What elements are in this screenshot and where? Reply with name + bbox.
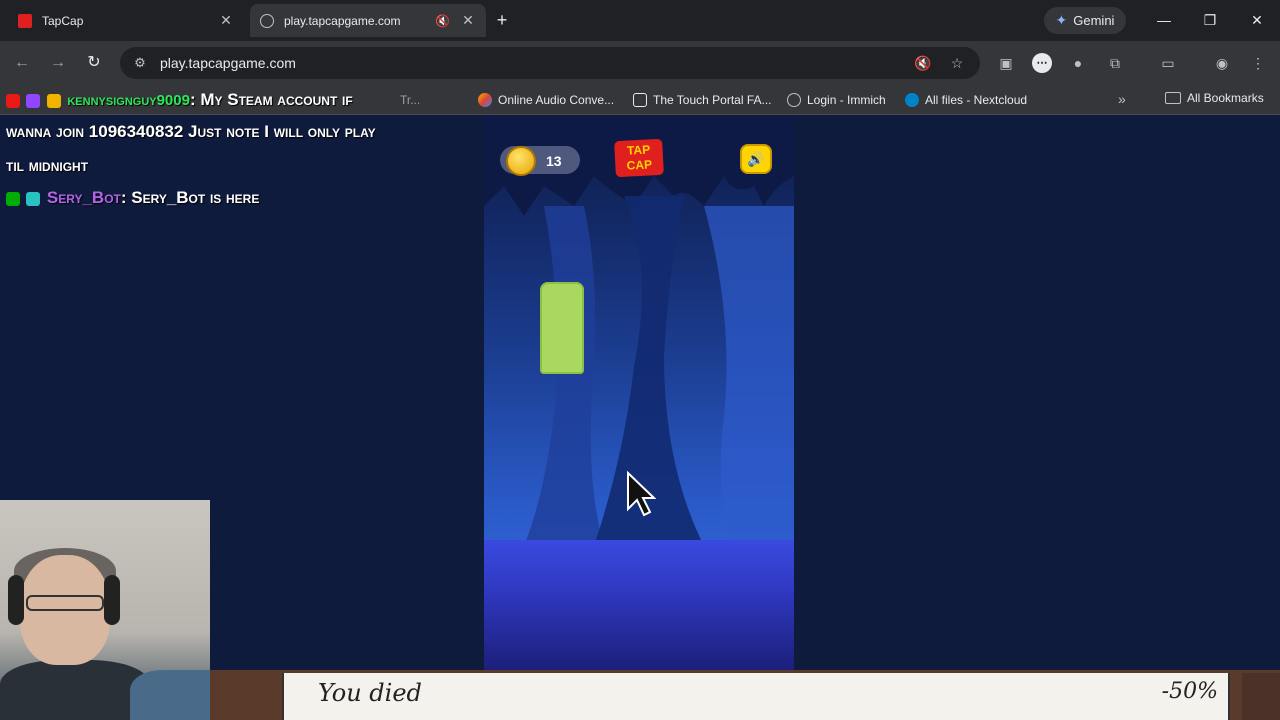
chat-text: : Sery_Bot is here: [120, 188, 260, 207]
bookmark-star-icon[interactable]: ☆: [946, 55, 968, 72]
mouse-cursor-icon: [627, 471, 656, 517]
ground-platform: [484, 540, 794, 670]
death-bar-edge: [1242, 673, 1280, 720]
gemini-label: Gemini: [1073, 13, 1115, 28]
extension-cast-icon[interactable]: ▣: [996, 53, 1016, 73]
webcam-blanket: [130, 670, 210, 720]
bookmark-item-1[interactable]: Tr...: [400, 91, 420, 109]
bookmark-label: Login - Immich: [807, 93, 886, 107]
death-status-paper: You died -50%: [282, 673, 1230, 720]
webcam-shirt: [0, 660, 150, 720]
sound-toggle-button[interactable]: 🔊: [740, 144, 772, 174]
close-tab-icon[interactable]: ✕: [460, 12, 476, 29]
tab-title: TapCap: [42, 13, 84, 28]
browser-toolbar: ← → ↻ ⚙ play.tapcapgame.com 🔇 ☆ ▣ ⋯ ● ⧉ …: [0, 41, 1280, 85]
chat-username: kennysignguy9009: [67, 92, 190, 109]
bookmark-item-2[interactable]: Online Audio Conve...: [478, 91, 614, 109]
bookmark-label: Online Audio Conve...: [498, 93, 615, 107]
all-bookmarks-label: All Bookmarks: [1187, 91, 1264, 105]
crown-badge-icon: [46, 93, 61, 108]
game-canvas[interactable]: 13 TAP CAP 🔊: [484, 116, 794, 670]
chat-message-2: Sery_Bot: Sery_Bot is here: [6, 188, 259, 208]
webcam-overlay: [0, 500, 210, 720]
death-percent: -50%: [1161, 679, 1218, 704]
more-bookmarks-chevron-icon[interactable]: »: [1118, 91, 1126, 107]
touch-portal-icon: [633, 93, 647, 107]
webcam-headset-left: [8, 575, 24, 625]
muted-site-icon[interactable]: 🔇: [912, 55, 934, 72]
page-background-right: [794, 116, 1280, 720]
browser-menu-icon[interactable]: ⋮: [1248, 53, 1268, 73]
reload-button[interactable]: ↻: [83, 52, 105, 74]
broadcaster-badge-icon: [6, 93, 20, 108]
nextcloud-icon: [905, 93, 919, 107]
all-bookmarks-button[interactable]: All Bookmarks: [1165, 91, 1264, 105]
tab-tapcap[interactable]: TapCap ✕: [8, 4, 244, 37]
bookmark-item-3[interactable]: The Touch Portal FA...: [633, 91, 772, 109]
tab-strip: TapCap ✕ play.tapcapgame.com 🔇 ✕ + ✦ Gem…: [0, 0, 1280, 41]
gemini-button[interactable]: ✦ Gemini: [1044, 7, 1126, 34]
forward-button[interactable]: →: [47, 52, 69, 74]
tapcap-logo: TAP CAP: [614, 138, 664, 178]
tab-muted-icon[interactable]: 🔇: [435, 14, 450, 28]
globe-icon: [260, 13, 274, 28]
chat-message-1-cont: wanna join 1096340832 Just note I will o…: [6, 122, 376, 141]
audio-converter-icon: [478, 93, 492, 107]
new-tab-button[interactable]: +: [492, 10, 512, 30]
minimize-button[interactable]: —: [1154, 10, 1174, 30]
profile-avatar[interactable]: ◉: [1212, 53, 1232, 73]
player-cap-sprite: [540, 282, 584, 374]
chat-message-1-cont2: til midnight: [6, 156, 89, 175]
bookmark-item-5[interactable]: All files - Nextcloud: [905, 91, 1027, 109]
extensions-puzzle-icon[interactable]: ⧉: [1105, 53, 1125, 73]
star-badge-icon: [26, 93, 41, 108]
close-window-button[interactable]: ✕: [1247, 10, 1267, 30]
restore-button[interactable]: ❐: [1200, 10, 1220, 30]
close-tab-icon[interactable]: ✕: [218, 12, 234, 29]
globe-icon: [787, 93, 801, 107]
webcam-headset-right: [104, 575, 120, 625]
folder-icon: [1165, 92, 1181, 104]
url-text[interactable]: play.tapcapgame.com: [160, 55, 912, 71]
chat-username: Sery_Bot: [46, 188, 121, 207]
extension-avatar-icon[interactable]: ●: [1068, 53, 1088, 73]
coin-count: 13: [546, 153, 562, 169]
webcam-glasses: [26, 595, 104, 611]
side-panel-icon[interactable]: ▭: [1158, 53, 1178, 73]
verified-badge-icon: [6, 191, 20, 206]
tab-title: play.tapcapgame.com: [284, 13, 401, 28]
gemini-sparkle-icon: ✦: [1055, 12, 1068, 28]
bookmark-item-4[interactable]: Login - Immich: [787, 91, 886, 109]
back-button[interactable]: ←: [11, 52, 33, 74]
chat-message-1: kennysignguy9009: My Steam account if: [6, 90, 353, 110]
bookmark-label: All files - Nextcloud: [925, 93, 1028, 107]
chat-text: : My Steam account if: [189, 90, 353, 109]
bookmark-label: The Touch Portal FA...: [653, 93, 772, 107]
coin-icon: [506, 146, 536, 176]
site-info-icon[interactable]: ⚙: [130, 55, 150, 71]
bot-badge-icon: [26, 191, 41, 206]
tapcap-favicon-icon: [18, 13, 32, 28]
death-status-text: You died: [318, 679, 422, 707]
extension-menu-icon[interactable]: ⋯: [1032, 53, 1052, 73]
tab-play-tapcapgame[interactable]: play.tapcapgame.com 🔇 ✕: [250, 4, 486, 37]
logo-text-bottom: CAP: [626, 157, 653, 173]
bookmark-label: Tr...: [400, 93, 421, 107]
death-status-bar: You died -50%: [210, 670, 1280, 720]
address-bar[interactable]: ⚙ play.tapcapgame.com 🔇 ☆: [120, 47, 980, 79]
